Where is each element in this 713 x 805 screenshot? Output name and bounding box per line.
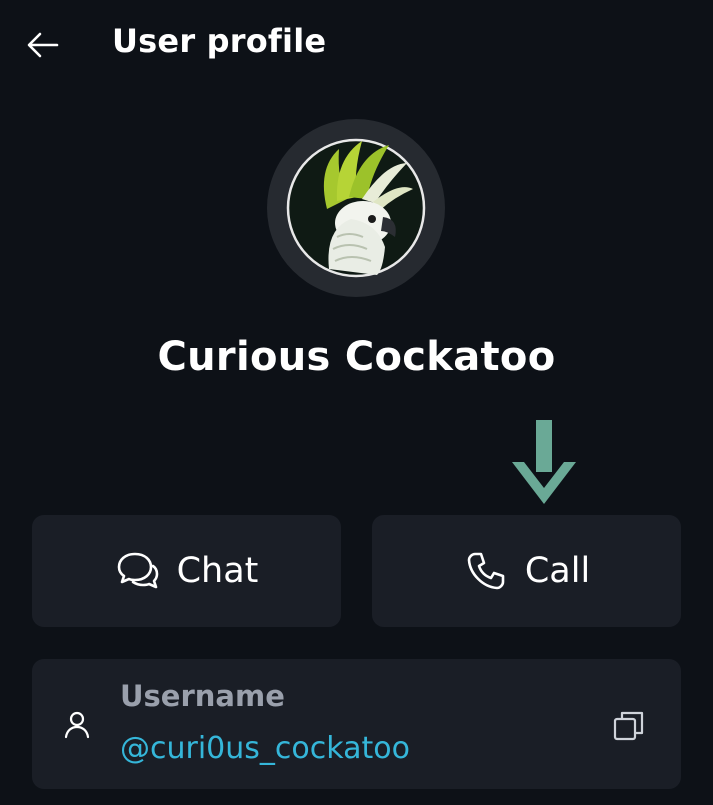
username-card: Username @curi0us_cockatoo: [32, 659, 681, 789]
call-button[interactable]: Call: [372, 515, 681, 627]
phone-icon: [463, 548, 509, 594]
page-title: User profile: [112, 22, 327, 60]
chat-button-label: Chat: [176, 551, 259, 591]
chat-button[interactable]: Chat: [32, 515, 341, 627]
call-button-label: Call: [524, 551, 591, 591]
chat-bubbles-icon: [115, 548, 161, 594]
copy-icon[interactable]: [612, 709, 646, 743]
username-label: Username: [120, 679, 285, 713]
arrow-left-icon: [27, 32, 59, 58]
user-icon: [64, 711, 90, 739]
header-bar: User profile: [0, 0, 713, 90]
cockatoo-avatar: [286, 138, 426, 278]
avatar[interactable]: [267, 119, 445, 297]
profile-display-name: Curious Cockatoo: [157, 334, 556, 380]
back-button[interactable]: [22, 26, 62, 66]
username-value[interactable]: @curi0us_cockatoo: [120, 731, 410, 766]
arrow-down-indicator-icon: [512, 420, 576, 504]
